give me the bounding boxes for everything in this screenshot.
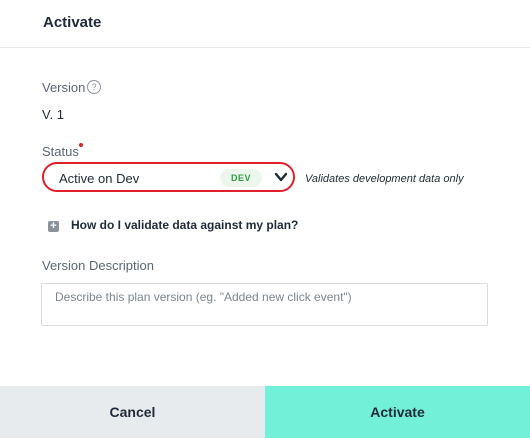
dev-badge: DEV: [220, 169, 262, 187]
version-label: Version: [42, 80, 86, 95]
modal-header: Activate: [0, 0, 530, 48]
question-circle-icon[interactable]: ?: [87, 80, 101, 94]
chevron-down-icon: [274, 172, 288, 182]
validate-help-link[interactable]: How do I validate data against my plan?: [71, 218, 298, 232]
status-select-value: Active on Dev: [59, 171, 140, 186]
activate-button[interactable]: Activate: [265, 386, 530, 438]
version-value: V. 1: [42, 107, 64, 122]
status-select[interactable]: Active on Dev DEV: [42, 162, 295, 192]
version-description-input[interactable]: [41, 283, 488, 326]
required-indicator: [79, 143, 83, 147]
status-label: Status: [42, 144, 79, 159]
cancel-button[interactable]: Cancel: [0, 386, 265, 438]
modal-title: Activate: [43, 14, 102, 31]
plus-square-icon[interactable]: +: [48, 221, 59, 232]
description-label: Version Description: [42, 258, 154, 273]
status-hint: Validates development data only: [305, 173, 464, 185]
